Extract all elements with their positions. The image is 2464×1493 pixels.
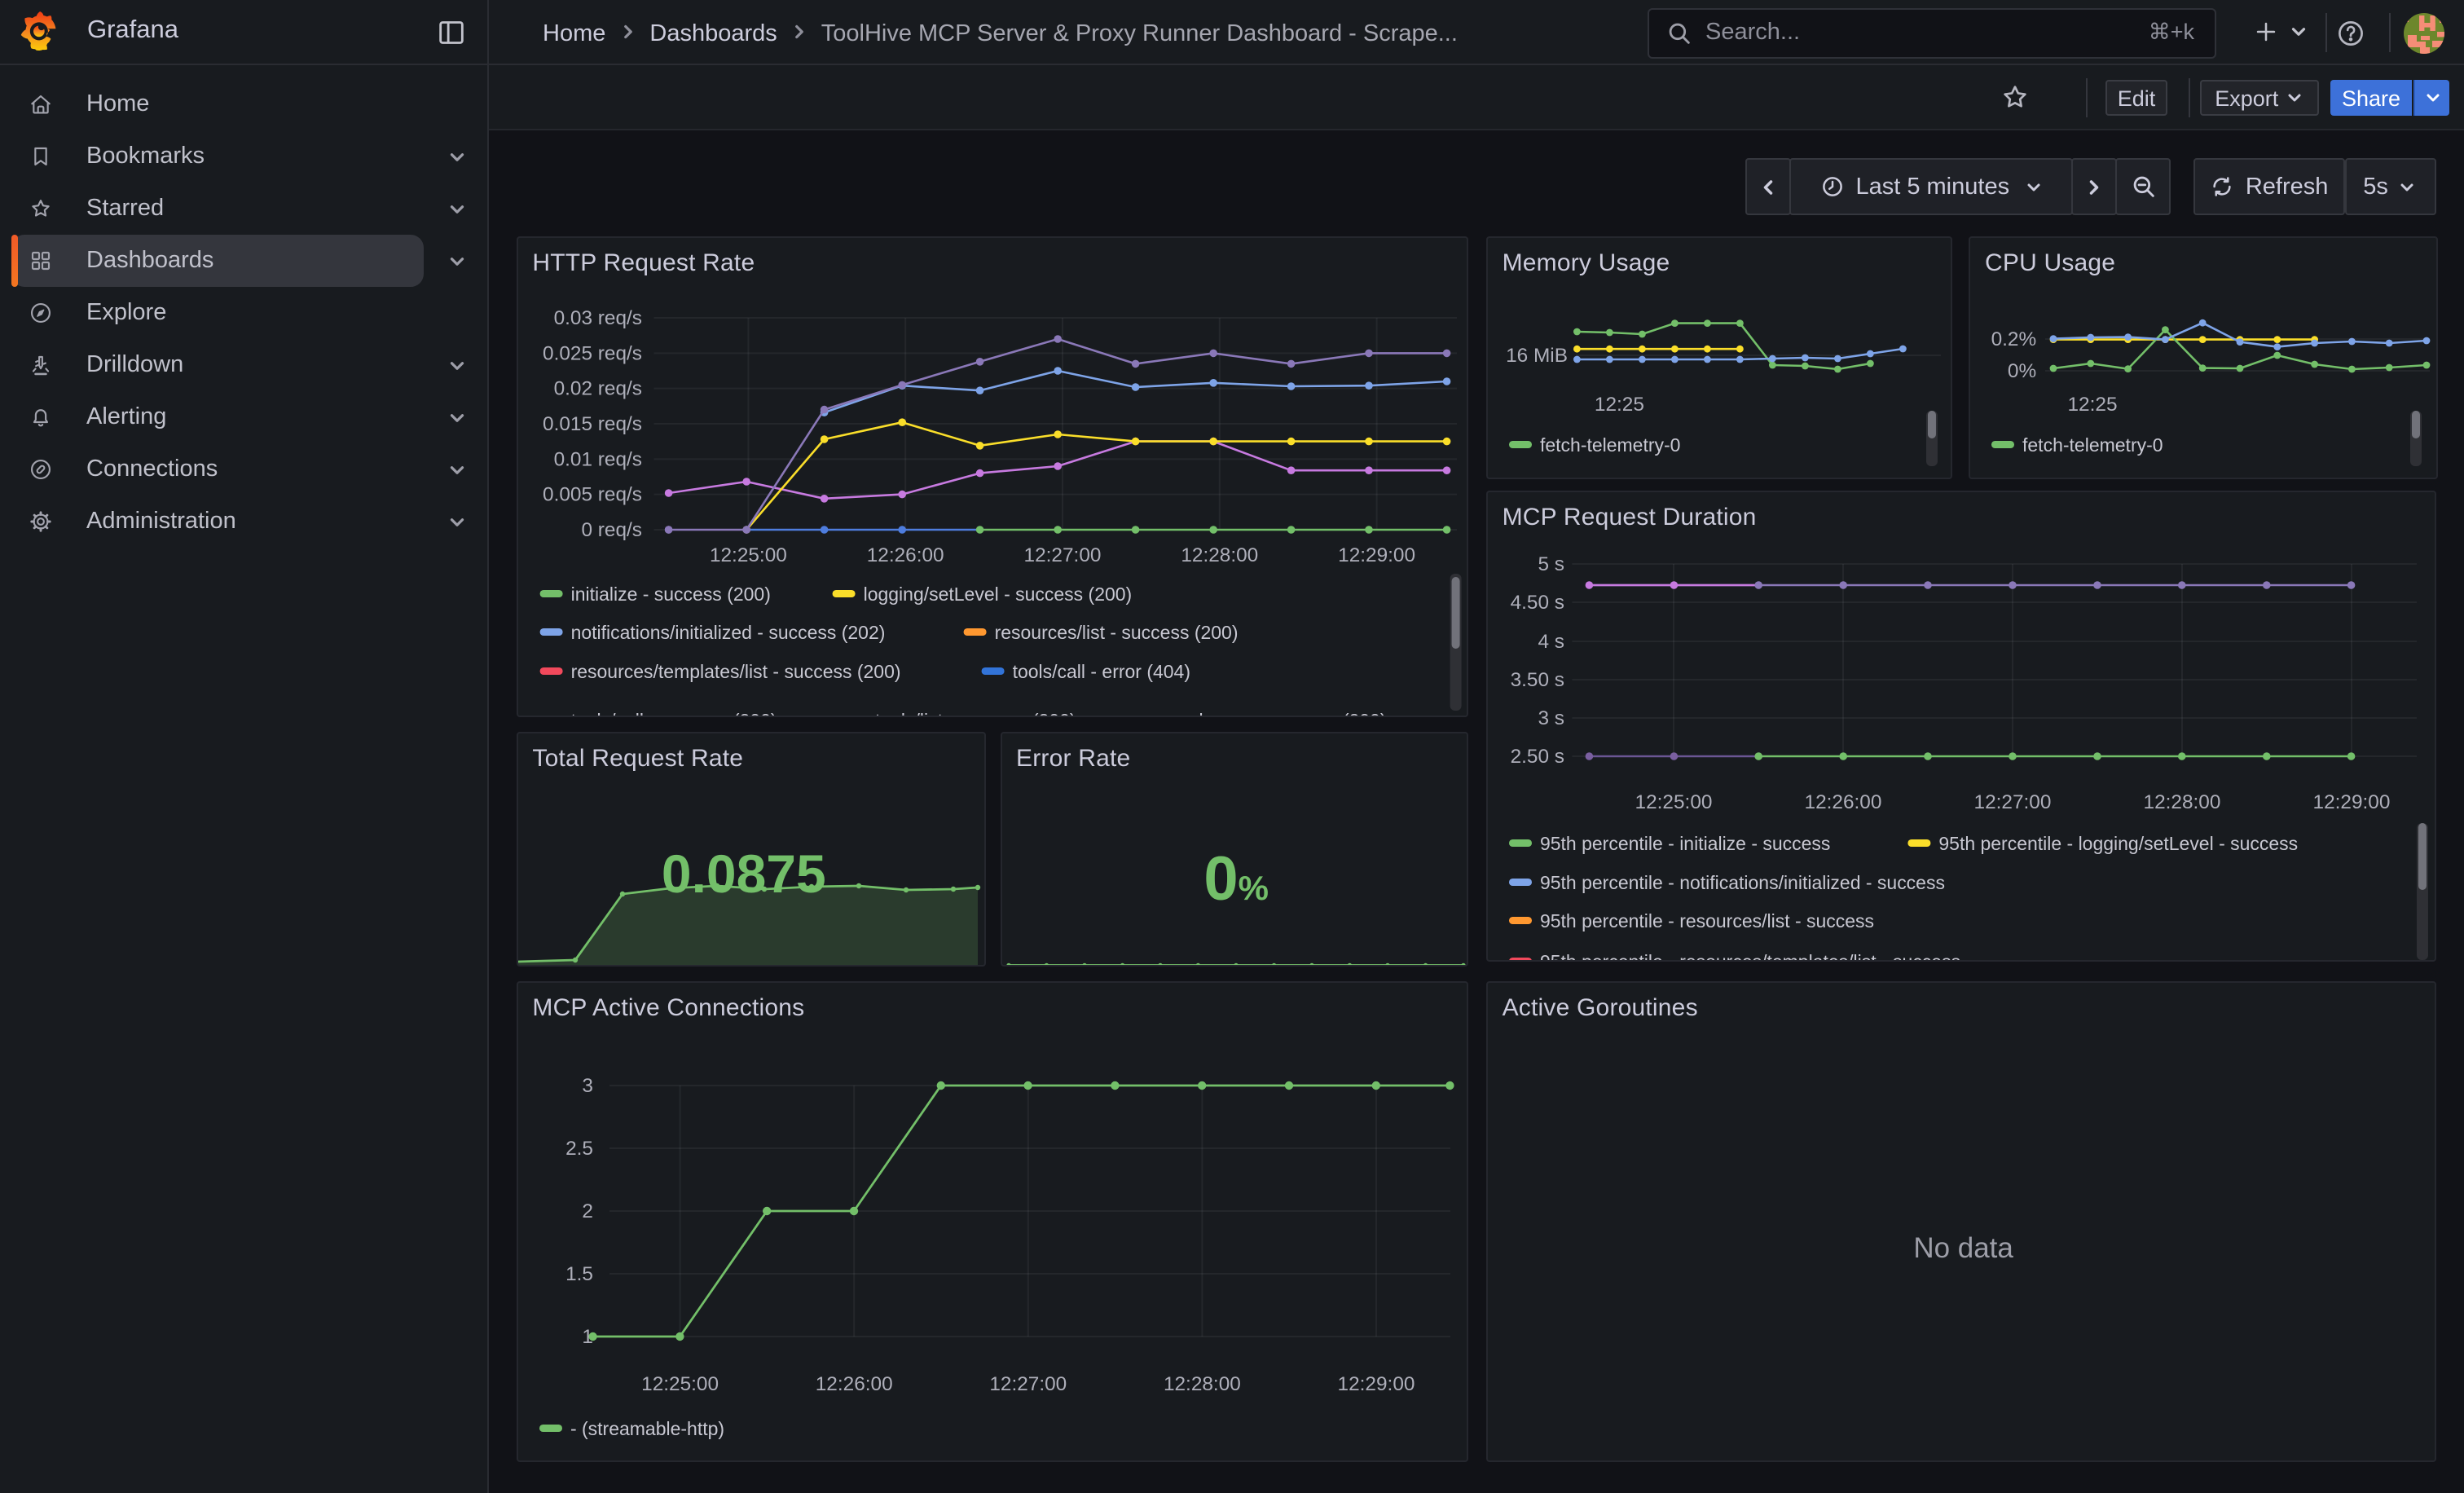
svg-text:2: 2 xyxy=(582,1200,593,1222)
svg-text:12:28:00: 12:28:00 xyxy=(1181,544,1258,566)
svg-text:95th percentile - resources/li: 95th percentile - resources/list - succe… xyxy=(1540,910,1874,931)
svg-text:0%: 0% xyxy=(1203,844,1268,914)
svg-text:5 s: 5 s xyxy=(1538,553,1564,575)
svg-text:notifications/initialized - su: notifications/initialized - success (202… xyxy=(570,621,885,642)
svg-text:0.03 req/s: 0.03 req/s xyxy=(553,306,641,328)
svg-text:95th percentile - notification: 95th percentile - notifications/initiali… xyxy=(1540,872,1945,893)
svg-text:resources/templates/list - suc: resources/templates/list - success (200) xyxy=(570,660,900,681)
svg-text:12:27:00: 12:27:00 xyxy=(989,1373,1067,1395)
svg-text:12:26:00: 12:26:00 xyxy=(815,1373,892,1395)
svg-text:3 s: 3 s xyxy=(1538,707,1564,729)
svg-text:12:29:00: 12:29:00 xyxy=(1338,544,1415,566)
svg-text:tools/call - success (200): tools/call - success (200) xyxy=(570,709,777,716)
svg-text:3.50 s: 3.50 s xyxy=(1510,669,1564,691)
svg-text:95th percentile - resources/te: 95th percentile - resources/templates/li… xyxy=(1540,951,1960,962)
svg-text:12:28:00: 12:28:00 xyxy=(2143,791,2220,813)
svg-text:12:27:00: 12:27:00 xyxy=(1023,544,1101,566)
svg-text:0.015 req/s: 0.015 req/s xyxy=(542,412,641,434)
svg-text:2.5: 2.5 xyxy=(565,1138,592,1160)
svg-text:0.02 req/s: 0.02 req/s xyxy=(553,377,641,399)
svg-text:12:26:00: 12:26:00 xyxy=(1804,791,1881,813)
svg-text:16 MiB: 16 MiB xyxy=(1506,344,1568,366)
svg-text:12:25: 12:25 xyxy=(1594,393,1643,415)
svg-text:0.005 req/s: 0.005 req/s xyxy=(542,483,641,505)
svg-text:fetch-telemetry-0: fetch-telemetry-0 xyxy=(2022,434,2163,455)
svg-text:12:25:00: 12:25:00 xyxy=(709,544,786,566)
svg-text:0 req/s: 0 req/s xyxy=(581,518,642,540)
svg-text:unknown - success (200): unknown - success (200) xyxy=(1177,709,1385,716)
svg-text:12:28:00: 12:28:00 xyxy=(1163,1373,1240,1395)
svg-text:4 s: 4 s xyxy=(1538,631,1564,653)
svg-text:12:26:00: 12:26:00 xyxy=(866,544,944,566)
svg-text:fetch-telemetry-0: fetch-telemetry-0 xyxy=(1540,434,1680,455)
svg-text:95th percentile - logging/setL: 95th percentile - logging/setLevel - suc… xyxy=(1938,833,2298,854)
svg-text:- (streamable-http): - (streamable-http) xyxy=(570,1418,724,1439)
svg-text:1.5: 1.5 xyxy=(565,1263,592,1285)
svg-text:2.50 s: 2.50 s xyxy=(1510,746,1564,768)
svg-text:0.2%: 0.2% xyxy=(1991,328,2037,350)
svg-text:0.0875: 0.0875 xyxy=(661,843,825,904)
svg-text:4.50 s: 4.50 s xyxy=(1510,592,1564,614)
svg-text:logging/setLevel - success (20: logging/setLevel - success (200) xyxy=(863,583,1132,604)
svg-text:resources/list - success (200): resources/list - success (200) xyxy=(994,621,1238,642)
svg-text:3: 3 xyxy=(582,1075,593,1097)
svg-text:0.01 req/s: 0.01 req/s xyxy=(553,447,641,469)
svg-text:12:25: 12:25 xyxy=(2067,393,2117,415)
svg-text:0.025 req/s: 0.025 req/s xyxy=(542,341,641,363)
svg-text:tools/call - error (404): tools/call - error (404) xyxy=(1012,660,1190,681)
svg-text:No data: No data xyxy=(1913,1232,2013,1264)
svg-text:12:25:00: 12:25:00 xyxy=(1635,791,1712,813)
svg-text:12:27:00: 12:27:00 xyxy=(1973,791,2051,813)
svg-text:1: 1 xyxy=(582,1326,593,1348)
svg-text:12:29:00: 12:29:00 xyxy=(2312,791,2390,813)
svg-text:initialize - success (200): initialize - success (200) xyxy=(570,583,770,604)
svg-text:95th percentile - initialize -: 95th percentile - initialize - success xyxy=(1540,833,1830,854)
svg-text:12:25:00: 12:25:00 xyxy=(641,1373,719,1395)
svg-text:0%: 0% xyxy=(2008,359,2036,381)
svg-text:tools/list - success (200): tools/list - success (200) xyxy=(874,709,1076,716)
svg-text:12:29:00: 12:29:00 xyxy=(1337,1373,1415,1395)
